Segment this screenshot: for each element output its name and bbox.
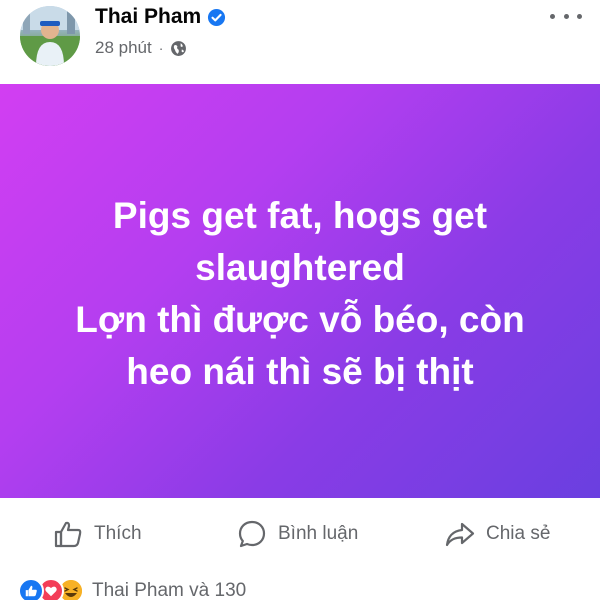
reaction-icons: [18, 578, 84, 600]
like-button[interactable]: Thích: [52, 510, 142, 558]
comment-label: Bình luận: [278, 523, 359, 544]
share-button[interactable]: Chia sẻ: [444, 510, 550, 558]
post-body: Pigs get fat, hogs get slaughtered Lợn t…: [0, 84, 600, 498]
post-text-line: Lợn thì được vỗ béo, còn: [75, 298, 525, 340]
action-bar: Thích Bình luận Chia sẻ: [0, 510, 600, 558]
post-text-line: Pigs get fat, hogs get: [112, 194, 488, 236]
post-meta: 28 phút ·: [95, 36, 187, 60]
post-text-line: slaughtered: [195, 246, 405, 288]
facebook-post: Thai Pham 28 phút · Pigs get fat, hogs g…: [0, 0, 600, 600]
post-header: Thai Pham 28 phút ·: [0, 0, 600, 84]
author-row: Thai Pham: [95, 4, 226, 30]
avatar[interactable]: [20, 6, 80, 66]
share-icon: [444, 518, 476, 550]
post-text: Pigs get fat, hogs get slaughtered Lợn t…: [20, 190, 580, 398]
author-name[interactable]: Thai Pham: [95, 5, 201, 29]
post-timestamp[interactable]: 28 phút: [95, 38, 152, 58]
like-label: Thích: [94, 523, 142, 544]
reactions-count-text: Thai Pham và 130: [92, 580, 247, 600]
post-text-line: heo nái thì sẽ bị thịt: [126, 350, 474, 392]
globe-icon[interactable]: [170, 40, 187, 57]
verified-badge-icon: [207, 8, 226, 27]
meta-separator: ·: [158, 40, 164, 56]
reactions-summary[interactable]: Thai Pham và 130: [18, 578, 246, 600]
like-reaction-icon: [18, 578, 44, 600]
comment-icon: [236, 518, 268, 550]
share-label: Chia sẻ: [486, 523, 551, 544]
comment-button[interactable]: Bình luận: [236, 510, 358, 558]
more-options-icon[interactable]: [550, 8, 582, 24]
thumbs-up-icon: [52, 518, 84, 550]
